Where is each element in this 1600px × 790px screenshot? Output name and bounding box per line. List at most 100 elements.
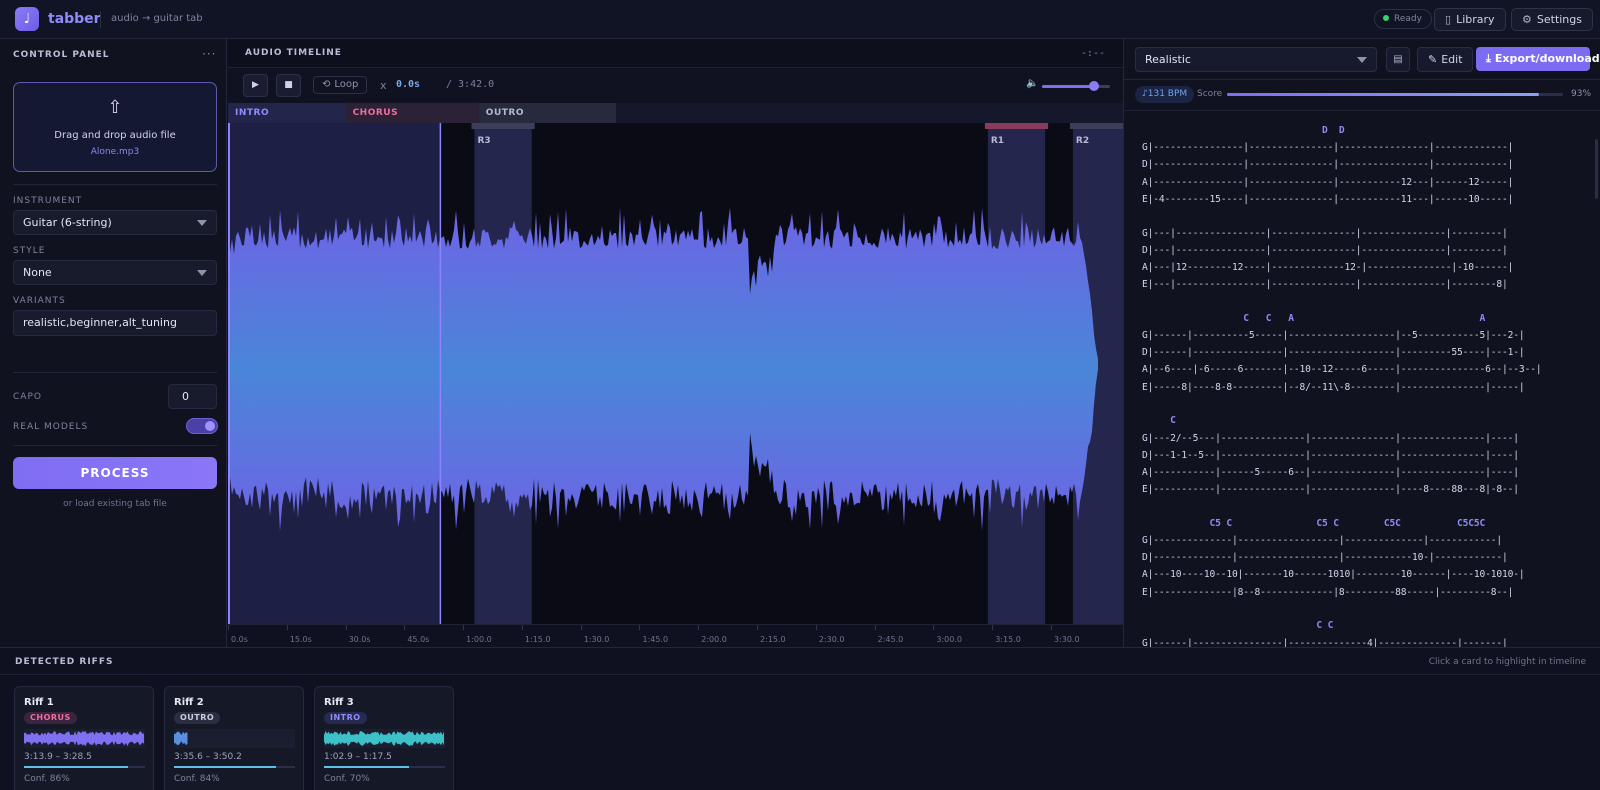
riff-name: Riff 3 (324, 697, 354, 708)
riff-card[interactable]: Riff 3 INTRO 1:02.9 – 1:17.5 Conf. 70% (314, 686, 454, 790)
instrument-select[interactable]: Guitar (6-string) (13, 210, 217, 235)
tab-panel: Realistic ▤ ✎ Edit ⤓ Export/download ♪131 … (1123, 39, 1600, 647)
load-tab-link[interactable]: or load existing tab file (13, 499, 217, 509)
section-chorus[interactable]: CHORUS (345, 103, 479, 123)
volume-icon[interactable]: 🔈 (1026, 78, 1038, 89)
app-subtitle: audio → guitar tab (111, 13, 203, 24)
real-models-toggle[interactable] (186, 418, 218, 434)
bpm-badge: ♪131 BPM (1135, 86, 1195, 103)
document-button[interactable]: ▤ (1386, 47, 1410, 72)
riff-card[interactable]: Riff 1 CHORUS 3:13.9 – 3:28.5 Conf. 86% (14, 686, 154, 790)
riff-card[interactable]: Riff 2 OUTRO 3:35.6 – 3:50.2 Conf. 84% (164, 686, 304, 790)
document-icon: ▤ (1393, 54, 1403, 65)
riff-confidence-fill (324, 766, 409, 768)
settings-button[interactable]: ⚙ Settings (1511, 8, 1593, 31)
region-label: R2 (1076, 136, 1089, 146)
tab-line: E|-----------|---------------|----------… (1142, 484, 1519, 496)
score-fill (1227, 93, 1540, 96)
tab-line: A|---|12--------12----|-------------12-|… (1142, 261, 1514, 273)
waveform[interactable]: R3 R1 R2 (228, 123, 1123, 624)
variants-input[interactable]: realistic,beginner,alt_tuning (13, 310, 217, 336)
audio-dropzone[interactable]: ⇧ Drag and drop audio file Alone.mp3 (13, 82, 217, 172)
tab-line: G|--------------|------------------|----… (1142, 535, 1503, 546)
book-icon: ▯ (1445, 13, 1452, 26)
axis-tick-label: 45.0s (407, 635, 430, 644)
axis-tick (345, 625, 347, 630)
tab-scrollbar[interactable] (1595, 139, 1598, 199)
brand-divider (100, 11, 101, 28)
loop-icon: ⟲ (322, 79, 331, 90)
axis-tick-label: 1:45.0 (642, 635, 669, 644)
riff-waveform-shape (174, 731, 188, 746)
chevron-down-icon (1357, 57, 1367, 63)
library-button[interactable]: ▯ Library (1434, 8, 1506, 31)
timeline-title: AUDIO TIMELINE (245, 48, 342, 58)
tab-line: A|--6----|-6-----6-------|--10--12-----6… (1142, 364, 1542, 376)
style-select[interactable]: None (13, 260, 217, 285)
process-button[interactable]: PROCESS (13, 457, 217, 489)
riff-confidence-label: Conf. 70% (324, 774, 370, 784)
tab-view[interactable]: D D G|----------------|---------------|--… (1124, 111, 1590, 647)
tab-line: D|----------------|---------------|-----… (1142, 159, 1514, 171)
toggle-knob (205, 421, 215, 431)
axis-tick-label: 30.0s (348, 635, 371, 644)
riff-confidence-fill (174, 766, 276, 768)
audio-timeline: AUDIO TIMELINE -:-- ▶ ■ ⟲ Loop x 0.0s / 3… (228, 39, 1123, 647)
top-bar: ♩ tabber audio → guitar tab Ready ▯ Libra… (0, 0, 1600, 39)
axis-tick (639, 625, 641, 630)
axis-tick (874, 625, 876, 630)
riff-time-range: 3:35.6 – 3:50.2 (174, 752, 242, 762)
divider (13, 445, 217, 446)
instrument-label: INSTRUMENT (13, 196, 83, 206)
axis-tick (228, 625, 229, 630)
riff-confidence-fill (24, 766, 129, 768)
section-outro[interactable]: OUTRO (478, 103, 616, 123)
region-handle[interactable] (471, 123, 535, 129)
axis-tick (757, 625, 759, 630)
logo-icon: ♩ (15, 7, 39, 31)
upload-icon: ⇧ (107, 97, 123, 118)
riff-time-range: 1:02.9 – 1:17.5 (324, 752, 392, 762)
volume-slider[interactable] (1042, 81, 1110, 91)
axis-tick-label: 1:30.0 (583, 635, 610, 644)
chevron-down-icon (197, 220, 207, 226)
speed-multiplier: x (380, 79, 387, 92)
chord-line: C C (1142, 620, 1334, 632)
volume-handle[interactable] (1088, 81, 1099, 91)
tab-line: E|---|----------------|---------------|-… (1142, 279, 1508, 291)
divider (1124, 79, 1600, 80)
tab-line: D|--------------|------------------|----… (1142, 552, 1508, 564)
riff-name: Riff 2 (174, 697, 204, 708)
transport-controls: ▶ ■ ⟲ Loop x 0.0s / 3:42.0 🔈 (228, 67, 1123, 103)
loop-button[interactable]: ⟲ Loop (313, 76, 368, 94)
volume-fill (1042, 85, 1094, 88)
export-button[interactable]: ⤓ Export/download (1476, 47, 1600, 71)
app-name: tabber (48, 11, 101, 27)
edit-button[interactable]: ✎ Edit (1417, 47, 1473, 72)
playhead[interactable] (228, 123, 230, 624)
region-label: R1 (991, 136, 1004, 146)
riff-section-badge: INTRO (324, 712, 367, 724)
selection-end-marker[interactable] (439, 123, 442, 624)
divider (13, 372, 217, 373)
stop-icon: ■ (284, 80, 293, 90)
tab-line: G|---|----------------|---------------|-… (1142, 227, 1508, 239)
section-intro[interactable]: INTRO (228, 103, 346, 123)
stop-button[interactable]: ■ (276, 74, 301, 97)
waveform-shape (228, 207, 1098, 532)
download-icon: ⤓ (1486, 52, 1491, 65)
axis-tick-label: 3:15.0 (995, 635, 1021, 644)
riff-confidence-label: Conf. 84% (174, 774, 220, 784)
play-button[interactable]: ▶ (243, 74, 268, 97)
capo-input[interactable]: 0 (168, 384, 217, 409)
variant-mode-select[interactable]: Realistic (1135, 47, 1377, 72)
tab-line: E|-4--------15----|---------------|-----… (1142, 193, 1514, 205)
region-handle[interactable] (984, 123, 1049, 129)
more-menu-icon[interactable]: ··· (202, 47, 216, 61)
divider (0, 674, 1600, 675)
riff-confidence-label: Conf. 86% (24, 774, 70, 784)
tab-line: A|-----------|------5-----6--|----------… (1142, 466, 1519, 478)
timeline-timer: -:-- (1080, 48, 1105, 59)
region-handle[interactable] (1069, 123, 1123, 129)
chord-line: C (1142, 415, 1176, 427)
